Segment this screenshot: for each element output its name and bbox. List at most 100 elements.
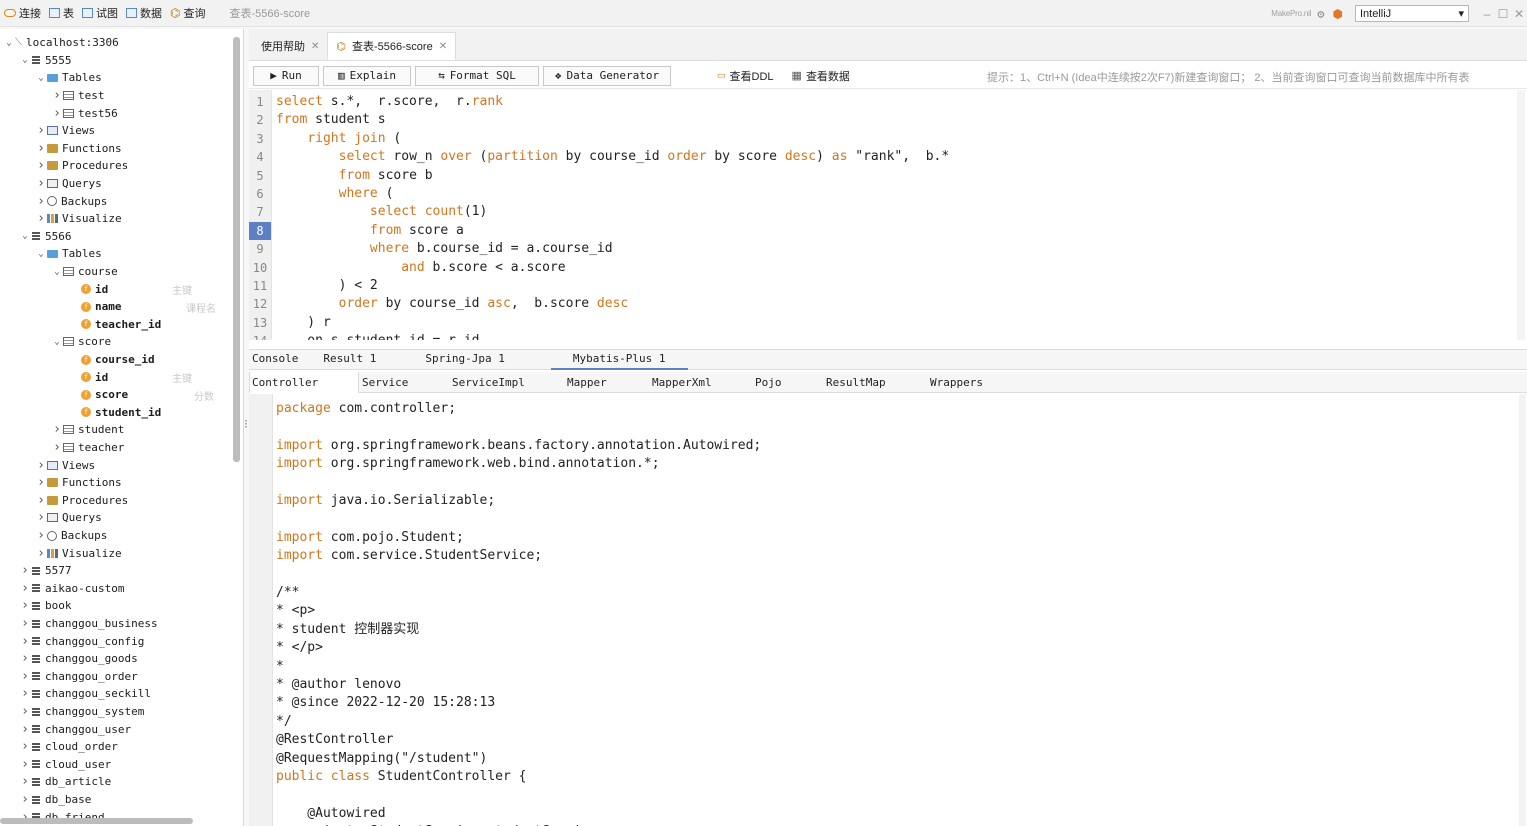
tree-node[interactable]: f id: [67, 280, 108, 298]
plugin-icon[interactable]: ⬢: [1333, 7, 1343, 21]
tree-node[interactable]: › changgou_business: [19, 615, 158, 633]
explain-button[interactable]: ▥ Explain: [323, 65, 411, 86]
chevron-right-icon[interactable]: ›: [19, 722, 31, 737]
tree-node[interactable]: › teacher: [51, 439, 124, 457]
chevron-right-icon[interactable]: ›: [19, 774, 31, 789]
chevron-down-icon[interactable]: ⌄: [19, 55, 31, 65]
tree-node[interactable]: › db_base: [19, 791, 91, 809]
editor-tab[interactable]: ⌬ 查表-5566-score ✕: [327, 32, 457, 60]
tree-node[interactable]: › Procedures: [35, 157, 128, 175]
generator-tab[interactable]: Service: [362, 372, 408, 393]
tree-node[interactable]: f score: [67, 386, 128, 404]
chevron-right-icon[interactable]: ›: [35, 510, 47, 525]
tree-horizontal-scrollbar[interactable]: [0, 818, 193, 824]
generator-tab[interactable]: Pojo: [755, 372, 782, 393]
mode-select[interactable]: IntelliJ ▾: [1355, 5, 1469, 22]
chevron-right-icon[interactable]: ›: [19, 651, 31, 666]
tree-node[interactable]: › db_article: [19, 773, 111, 791]
result-tab[interactable]: Mybatis-Plus 1: [550, 349, 688, 370]
chevron-right-icon[interactable]: ›: [19, 686, 31, 701]
chevron-down-icon[interactable]: ⌄: [35, 73, 47, 83]
tree-vertical-scrollbar[interactable]: [233, 37, 240, 462]
chevron-right-icon[interactable]: ›: [35, 493, 47, 508]
generator-tab[interactable]: Wrappers: [930, 372, 983, 393]
chevron-down-icon[interactable]: ⌄: [51, 337, 63, 347]
chevron-right-icon[interactable]: ›: [51, 440, 63, 455]
chevron-down-icon[interactable]: ⌄: [3, 38, 15, 48]
chevron-right-icon[interactable]: ›: [19, 563, 31, 578]
generator-tab[interactable]: Controller: [249, 372, 359, 393]
tree-node[interactable]: › book: [19, 597, 71, 615]
tree-node[interactable]: › Backups: [35, 192, 107, 210]
tree-node[interactable]: f course_id: [67, 351, 155, 369]
connect-button[interactable]: 连接: [0, 0, 45, 27]
chevron-right-icon[interactable]: ›: [35, 528, 47, 543]
view-ddl-button[interactable]: ▭ 查看DDL: [717, 68, 774, 84]
tree-node[interactable]: › student: [51, 421, 124, 439]
tree-node[interactable]: › Visualize: [35, 544, 122, 562]
generator-tab[interactable]: Mapper: [567, 372, 607, 393]
view-data-button[interactable]: ▦ 查看数据: [792, 68, 850, 84]
tree-node[interactable]: › changgou_config: [19, 632, 144, 650]
format-sql-button[interactable]: ⇆ Format SQL: [415, 65, 539, 86]
tree-node[interactable]: › Views: [35, 456, 95, 474]
chevron-right-icon[interactable]: ›: [35, 123, 47, 138]
table-button[interactable]: 表: [45, 0, 78, 27]
tree-node[interactable]: › Visualize: [35, 210, 122, 228]
chevron-right-icon[interactable]: ›: [19, 581, 31, 596]
generator-tab[interactable]: ResultMap: [826, 372, 886, 393]
chevron-right-icon[interactable]: ›: [51, 106, 63, 121]
tree-node[interactable]: ⌄ 5566: [19, 228, 71, 246]
tree-node[interactable]: › changgou_system: [19, 703, 144, 721]
tree-node[interactable]: › Functions: [35, 140, 122, 158]
tree-node[interactable]: › changgou_seckill: [19, 685, 151, 703]
tree-node[interactable]: ⌄ Tables: [35, 69, 101, 87]
chevron-right-icon[interactable]: ›: [35, 211, 47, 226]
resize-handle[interactable]: •••: [884, 338, 902, 340]
tree-node[interactable]: ⌄ course: [51, 263, 117, 281]
data-generator-button[interactable]: ❖ Data Generator: [543, 65, 671, 86]
tree-node[interactable]: › changgou_user: [19, 720, 131, 738]
close-tab-icon[interactable]: ✕: [439, 41, 447, 52]
chevron-down-icon[interactable]: ⌄: [19, 231, 31, 241]
view-button[interactable]: 试图: [78, 0, 122, 27]
result-tab[interactable]: Result 1: [320, 349, 422, 370]
close-tab-icon[interactable]: ✕: [311, 41, 319, 52]
code-scrollbar[interactable]: [1519, 394, 1526, 826]
chevron-right-icon[interactable]: ›: [19, 739, 31, 754]
tree-node[interactable]: › Procedures: [35, 492, 128, 510]
chevron-right-icon[interactable]: ›: [35, 176, 47, 191]
tree-node[interactable]: › test56: [51, 104, 118, 122]
chevron-right-icon[interactable]: ›: [19, 634, 31, 649]
tree-node[interactable]: › Views: [35, 122, 95, 140]
result-tab[interactable]: Spring-Jpa 1: [422, 349, 550, 370]
data-button[interactable]: 数据: [122, 0, 166, 27]
code-viewer[interactable]: package com.controller; import org.spring…: [249, 394, 1527, 826]
result-tab[interactable]: Console: [249, 349, 320, 370]
tree-node[interactable]: › Backups: [35, 527, 107, 545]
chevron-right-icon[interactable]: ›: [35, 158, 47, 173]
minimize-icon[interactable]: –: [1479, 7, 1495, 21]
tree-node[interactable]: f id: [67, 368, 108, 386]
tree-node[interactable]: › changgou_order: [19, 668, 138, 686]
tree-node[interactable]: f student_id: [67, 404, 161, 422]
tree-node[interactable]: › cloud_order: [19, 738, 118, 756]
tree-node[interactable]: › Functions: [35, 474, 122, 492]
tree-node[interactable]: › Querys: [35, 175, 102, 193]
sql-editor[interactable]: 1234567891011121314 select s.*, r.score,…: [249, 90, 1527, 340]
chevron-right-icon[interactable]: ›: [19, 704, 31, 719]
editor-scrollbar[interactable]: [1517, 90, 1525, 340]
tree-node[interactable]: › cloud_user: [19, 756, 111, 774]
tree-node[interactable]: › aikao-custom: [19, 580, 124, 598]
run-button[interactable]: ▶ Run: [253, 65, 319, 86]
chevron-right-icon[interactable]: ›: [19, 669, 31, 684]
generator-tab[interactable]: MapperXml: [652, 372, 712, 393]
tree-node[interactable]: › test: [51, 87, 104, 105]
maximize-icon[interactable]: ☐: [1495, 7, 1511, 21]
tree-node[interactable]: f teacher_id: [67, 316, 161, 334]
chevron-right-icon[interactable]: ›: [19, 792, 31, 807]
chevron-right-icon[interactable]: ›: [35, 475, 47, 490]
close-icon[interactable]: ✕: [1511, 7, 1527, 21]
chevron-right-icon[interactable]: ›: [51, 88, 63, 103]
query-button[interactable]: ⌬ 查询: [166, 0, 209, 27]
